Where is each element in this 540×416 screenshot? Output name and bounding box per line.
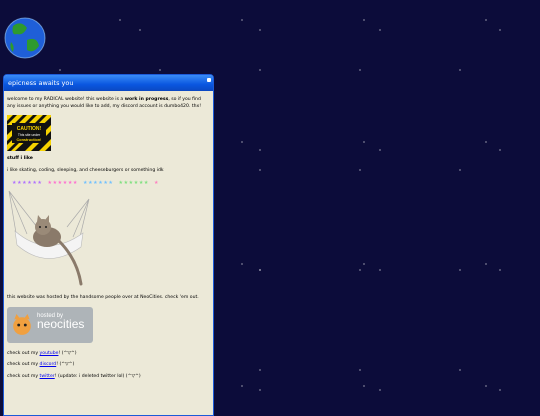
link-line-youtube: check out my youtube! (^▽^) bbox=[7, 351, 210, 358]
intro-paragraph: welcome to my RADICAL website! this webs… bbox=[7, 97, 210, 110]
discord-link[interactable]: discord bbox=[40, 362, 57, 367]
under-construction-sign: CAUTION! This site under Construction! bbox=[7, 115, 51, 152]
star-row-3: ★★★★★★ bbox=[83, 180, 114, 187]
neocities-badge-big: neocities bbox=[37, 316, 85, 331]
window-title: epicness awaits you bbox=[8, 79, 74, 87]
link-line-discord-pre: check out my bbox=[7, 362, 40, 368]
hosting-text: this website was hosted by the handsome … bbox=[7, 294, 199, 300]
youtube-link[interactable]: youtube bbox=[40, 351, 59, 356]
neocities-badge[interactable]: hosted by neocities bbox=[7, 306, 93, 343]
link-line-twitter-post: ! (update: i deleted twitter lol) (^▽^) bbox=[54, 373, 141, 379]
caution-line2: This site under bbox=[18, 133, 41, 137]
link-line-twitter-pre: check out my bbox=[7, 373, 40, 379]
star-row-5: ★ bbox=[154, 180, 160, 187]
stuff-text: i like skating, coding, sleeping, and ch… bbox=[7, 167, 164, 173]
main-window: epicness awaits you welcome to my RADICA… bbox=[3, 74, 214, 416]
window-content: welcome to my RADICAL website! this webs… bbox=[4, 91, 213, 380]
link-line-discord-post: ! (^▽^) bbox=[56, 362, 75, 368]
window-titlebar: epicness awaits you bbox=[4, 75, 213, 91]
star-row-4: ★★★★★★ bbox=[118, 180, 149, 187]
link-line-discord: check out my discord! (^▽^) bbox=[7, 362, 210, 369]
window-control-icon[interactable] bbox=[207, 78, 211, 82]
star-divider: ★★★★★★ ★★★★★★ ★★★★★★ ★★★★★★ ★ bbox=[12, 180, 210, 187]
link-line-youtube-pre: check out my bbox=[7, 350, 40, 356]
intro-text-pre: welcome to my RADICAL website! this webs… bbox=[7, 97, 125, 102]
earth-globe-icon bbox=[4, 17, 46, 59]
link-line-youtube-post: ! (^▽^) bbox=[58, 350, 77, 356]
star-row-2: ★★★★★★ bbox=[47, 180, 78, 187]
link-line-twitter: check out my twitter! (update: i deleted… bbox=[7, 374, 210, 381]
twitter-link[interactable]: twitter bbox=[40, 374, 55, 379]
caution-line3: Construction! bbox=[17, 138, 42, 142]
star-row-1: ★★★★★★ bbox=[12, 180, 43, 187]
neocities-cat-icon bbox=[13, 313, 31, 335]
stuff-heading: stuff i like bbox=[7, 156, 33, 162]
cat-in-hammock-image bbox=[8, 190, 90, 286]
caution-line1: CAUTION! bbox=[17, 126, 42, 132]
intro-text-bold: work in progress bbox=[124, 97, 169, 102]
